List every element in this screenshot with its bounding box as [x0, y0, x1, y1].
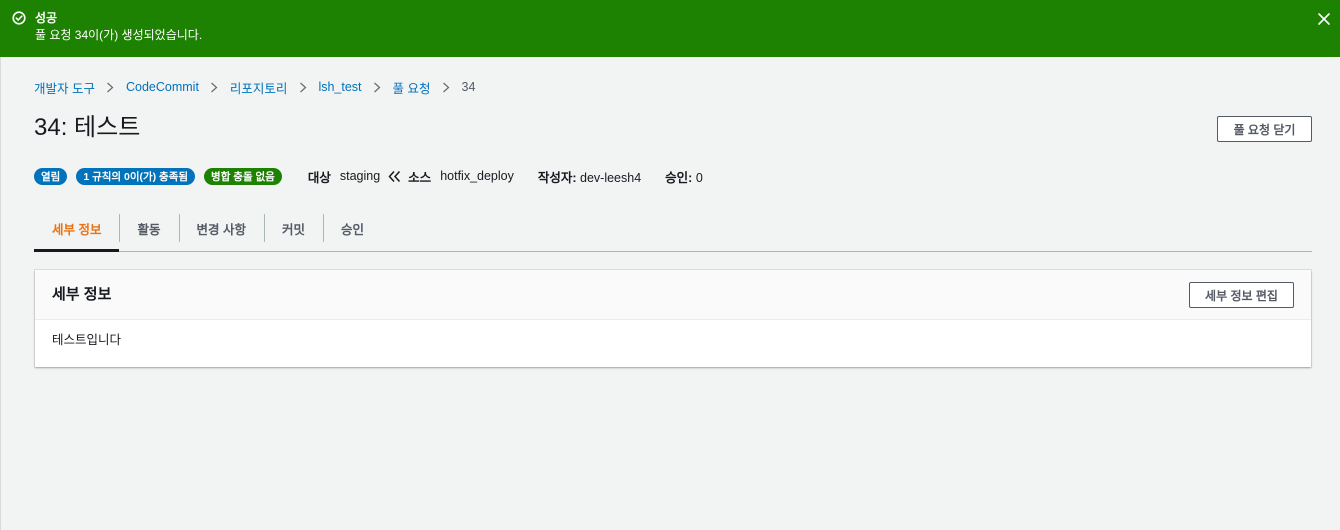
check-circle-icon: [12, 11, 26, 25]
target-branch: staging: [339, 169, 381, 183]
breadcrumb-repository[interactable]: lsh_test: [318, 80, 361, 94]
details-panel-title: 세부 정보: [52, 286, 112, 303]
author-label: 작성자:: [537, 170, 577, 185]
page-left-border: [0, 0, 1, 530]
author-info: 작성자: dev-leesh4: [538, 167, 641, 186]
close-icon[interactable]: [1316, 11, 1332, 27]
tab-approvals[interactable]: 승인: [323, 205, 382, 251]
tab-changes[interactable]: 변경 사항: [178, 205, 264, 251]
chevron-right-icon: [287, 80, 318, 94]
status-badge-open: 열림: [34, 167, 68, 185]
source-label: 소스: [408, 170, 432, 185]
flash-message: 풀 요청 34이(가) 생성되었습니다.: [35, 28, 203, 42]
success-flash-banner: 성공 풀 요청 34이(가) 생성되었습니다.: [0, 0, 1340, 57]
edit-details-button[interactable]: 세부 정보 편집: [1189, 282, 1294, 308]
chevron-right-icon: [362, 80, 393, 94]
tab-details[interactable]: 세부 정보: [34, 205, 120, 252]
flash-title: 성공: [35, 11, 58, 25]
source-branch: hotfix_deploy: [440, 169, 514, 183]
pull-request-description: 테스트입니다: [52, 333, 122, 347]
tab-activity[interactable]: 활동: [119, 205, 178, 251]
chevron-right-icon: [431, 80, 462, 94]
pull-request-status-row: 열림 1 규칙의 0이(가) 충족됨 병합 충돌 없음 대상 staging 소…: [34, 167, 703, 185]
breadcrumb-codecommit[interactable]: CodeCommit: [126, 80, 199, 94]
details-panel: 세부 정보 세부 정보 편집 테스트입니다: [35, 270, 1311, 367]
breadcrumb-current: 34: [461, 80, 476, 94]
status-badge-approval-rules: 1 규칙의 0이(가) 충족됨: [76, 167, 196, 185]
approvals-label: 승인:: [665, 170, 693, 185]
close-pull-request-button[interactable]: 풀 요청 닫기: [1217, 116, 1312, 142]
tab-commits[interactable]: 커밋: [263, 205, 323, 251]
breadcrumb: 개발자 도구 CodeCommit 리포지토리 lsh_test 풀 요청 34: [34, 78, 475, 96]
target-label: 대상: [307, 170, 331, 185]
status-badge-no-conflicts: 병합 충돌 없음: [204, 167, 282, 185]
chevron-right-icon: [199, 80, 230, 94]
double-chevron-left-icon: [388, 170, 401, 183]
tab-bar: 세부 정보 활동 변경 사항 커밋 승인: [34, 205, 1312, 252]
chevron-right-icon: [95, 80, 126, 94]
breadcrumb-pull-requests[interactable]: 풀 요청: [393, 78, 431, 97]
breadcrumb-repositories[interactable]: 리포지토리: [230, 78, 288, 97]
approvals-value: 0: [695, 170, 703, 185]
details-panel-header: 세부 정보 세부 정보 편집: [35, 270, 1311, 320]
author-value: dev-leesh4: [580, 170, 642, 185]
page-title: 34: 테스트: [34, 114, 141, 141]
breadcrumb-developer-tools[interactable]: 개발자 도구: [34, 78, 95, 97]
approvals-info: 승인: 0: [665, 167, 703, 186]
